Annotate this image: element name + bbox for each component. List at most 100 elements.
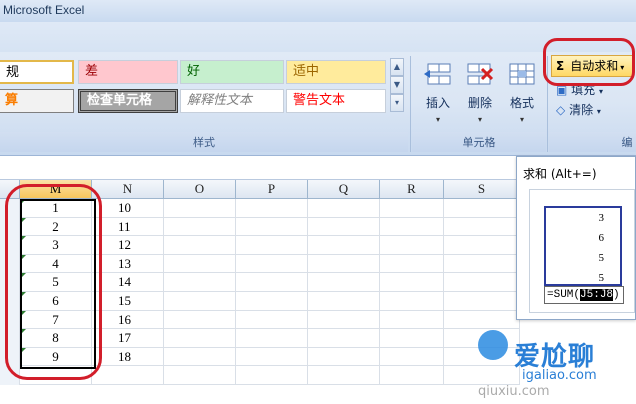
- cell[interactable]: [308, 236, 380, 255]
- autosum-highlight-oval: [543, 38, 635, 86]
- cell[interactable]: [236, 217, 308, 237]
- cell[interactable]: [444, 236, 520, 255]
- formula-prefix: =SUM(: [547, 289, 581, 301]
- style-warning-text[interactable]: 警告文本: [286, 89, 386, 113]
- tooltip-title: 求和 (Alt+=): [523, 167, 597, 181]
- delete-button[interactable]: 删除 ▾: [462, 60, 498, 124]
- cell[interactable]: [164, 254, 236, 274]
- cell[interactable]: [308, 254, 380, 274]
- style-bad[interactable]: 差: [78, 60, 178, 84]
- delete-label: 删除: [467, 96, 492, 110]
- cell[interactable]: 12: [92, 236, 164, 255]
- column-header-p[interactable]: P: [236, 180, 308, 199]
- cell[interactable]: [380, 366, 444, 385]
- cell[interactable]: 14: [92, 273, 164, 292]
- watermark-overlay-text: qiuxiu.com: [478, 384, 550, 399]
- cell[interactable]: [236, 366, 308, 385]
- cell[interactable]: [308, 366, 380, 385]
- styles-scroll-up[interactable]: ▲: [390, 58, 404, 76]
- cell[interactable]: [236, 236, 308, 255]
- format-cells-icon: [509, 63, 535, 85]
- cell[interactable]: [380, 236, 444, 255]
- cell[interactable]: [164, 310, 236, 330]
- column-header-n[interactable]: N: [92, 180, 164, 199]
- cell[interactable]: [308, 292, 380, 311]
- style-neutral[interactable]: 适中: [286, 60, 386, 84]
- style-check-cell[interactable]: 检查单元格: [78, 89, 178, 113]
- style-good[interactable]: 好: [180, 60, 284, 84]
- styles-more[interactable]: ▾: [390, 94, 404, 112]
- style-normal[interactable]: 规: [0, 60, 74, 84]
- cell[interactable]: [164, 236, 236, 255]
- cell[interactable]: [444, 292, 520, 311]
- cell[interactable]: [380, 329, 444, 348]
- chevron-down-icon: ▾: [477, 115, 482, 124]
- cell[interactable]: [380, 292, 444, 311]
- cell[interactable]: [444, 366, 520, 385]
- cell[interactable]: [236, 292, 308, 311]
- cell[interactable]: [236, 254, 308, 274]
- group-separator: [410, 56, 411, 152]
- cell[interactable]: [236, 347, 308, 367]
- cell[interactable]: [308, 310, 380, 330]
- column-header-r[interactable]: R: [380, 180, 444, 199]
- cell[interactable]: [236, 329, 308, 348]
- cell[interactable]: [164, 273, 236, 292]
- cell[interactable]: [380, 199, 444, 218]
- cell[interactable]: [308, 347, 380, 367]
- cell[interactable]: 13: [92, 254, 164, 274]
- cell[interactable]: 16: [92, 310, 164, 330]
- cell[interactable]: [380, 273, 444, 292]
- cell[interactable]: [380, 254, 444, 274]
- chevron-down-icon: ▾: [519, 115, 524, 124]
- column-header-o[interactable]: O: [164, 180, 236, 199]
- styles-scroll-down[interactable]: ▼: [390, 76, 404, 94]
- cell[interactable]: 11: [92, 217, 164, 237]
- cell[interactable]: [164, 329, 236, 348]
- watermark-logo: [478, 330, 508, 360]
- style-calculation[interactable]: 算: [0, 89, 74, 113]
- tooltip-preview: 3 6 5 5 =SUM(J5:J8): [529, 189, 635, 313]
- cell[interactable]: [444, 310, 520, 330]
- delete-cells-icon: [467, 63, 494, 85]
- insert-label: 插入: [425, 96, 450, 110]
- chevron-down-icon: ▾: [596, 107, 601, 116]
- format-button[interactable]: 格式 ▾: [504, 60, 540, 124]
- cell[interactable]: [92, 366, 164, 385]
- insert-cells-icon: [424, 63, 451, 85]
- cell[interactable]: [236, 199, 308, 218]
- chevron-down-icon: ▾: [599, 87, 604, 96]
- format-label: 格式: [509, 96, 534, 110]
- cell[interactable]: [164, 217, 236, 237]
- insert-button[interactable]: 插入 ▾: [420, 60, 456, 124]
- column-m-highlight-oval: [5, 184, 102, 380]
- cell[interactable]: 10: [92, 199, 164, 218]
- cell[interactable]: 18: [92, 347, 164, 367]
- cell[interactable]: [380, 347, 444, 367]
- cell[interactable]: [308, 329, 380, 348]
- preview-value: 5: [598, 272, 605, 284]
- cell[interactable]: [164, 199, 236, 218]
- cell[interactable]: 15: [92, 292, 164, 311]
- cell[interactable]: [236, 310, 308, 330]
- column-header-s[interactable]: S: [444, 180, 520, 199]
- cell[interactable]: [444, 217, 520, 237]
- cell[interactable]: [444, 199, 520, 218]
- cell[interactable]: [236, 273, 308, 292]
- cell[interactable]: [164, 347, 236, 367]
- cell[interactable]: 17: [92, 329, 164, 348]
- cells-group-label: 单元格: [462, 136, 496, 149]
- preview-selection: [544, 206, 622, 286]
- cell[interactable]: [164, 366, 236, 385]
- style-explanatory-text[interactable]: 解释性文本: [180, 89, 284, 113]
- cell[interactable]: [444, 254, 520, 274]
- clear-button[interactable]: ◇ 清除 ▾: [556, 100, 601, 120]
- column-header-q[interactable]: Q: [308, 180, 380, 199]
- cell[interactable]: [308, 199, 380, 218]
- cell[interactable]: [164, 292, 236, 311]
- cell[interactable]: [308, 217, 380, 237]
- cell[interactable]: [444, 273, 520, 292]
- cell[interactable]: [380, 310, 444, 330]
- cell[interactable]: [308, 273, 380, 292]
- cell[interactable]: [380, 217, 444, 237]
